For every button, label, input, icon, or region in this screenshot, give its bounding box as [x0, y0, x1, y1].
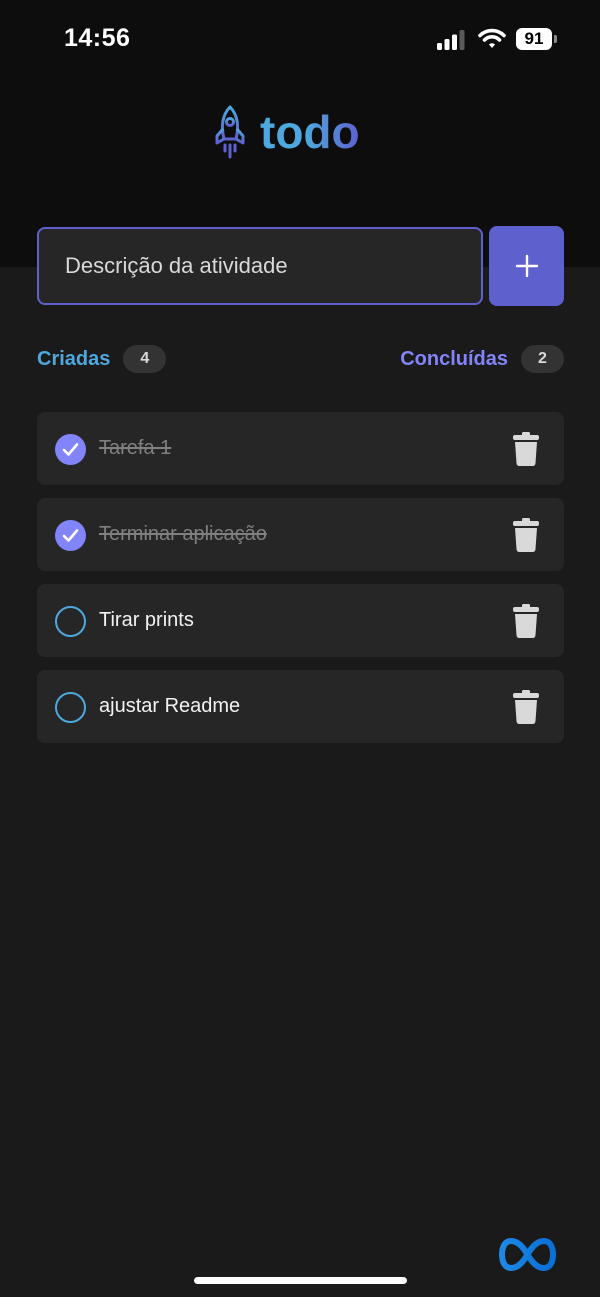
done-count-badge: 2 — [521, 345, 564, 373]
task-checkbox-unchecked[interactable] — [55, 692, 86, 723]
task-item: Tirar prints — [37, 584, 564, 657]
trash-icon — [513, 690, 539, 724]
task-item: Terminar aplicação — [37, 498, 564, 571]
delete-task-button[interactable] — [512, 604, 540, 638]
task-description-input[interactable] — [37, 227, 483, 305]
signal-icon — [437, 30, 465, 50]
created-count-badge: 4 — [123, 345, 167, 373]
done-counter: Concluídas 2 — [400, 345, 564, 373]
task-text: Terminar aplicação — [99, 523, 267, 545]
trash-icon — [513, 604, 539, 638]
delete-task-button[interactable] — [512, 432, 540, 466]
home-indicator[interactable] — [194, 1277, 407, 1284]
add-task-button[interactable] — [489, 226, 564, 306]
task-list: Tarefa 1 Terminar aplicação Tirar prints… — [37, 412, 564, 756]
done-label: Concluídas — [400, 347, 508, 370]
task-text: ajustar Readme — [99, 695, 241, 717]
logo-text: todo — [260, 106, 360, 158]
task-text: Tarefa 1 — [99, 437, 172, 459]
battery-cap — [554, 35, 557, 43]
rocket-icon — [215, 105, 245, 159]
check-icon — [62, 443, 79, 456]
infinity-icon[interactable] — [498, 1236, 557, 1273]
task-checkbox-unchecked[interactable] — [55, 606, 86, 637]
battery-indicator: 91 — [516, 28, 552, 50]
task-checkbox-checked[interactable] — [55, 434, 86, 465]
task-item: Tarefa 1 — [37, 412, 564, 485]
task-item: ajustar Readme — [37, 670, 564, 743]
plus-icon — [515, 254, 538, 278]
trash-icon — [513, 432, 539, 466]
status-time: 14:56 — [64, 24, 131, 52]
delete-task-button[interactable] — [512, 518, 540, 552]
check-icon — [62, 529, 79, 542]
created-label: Criadas — [37, 347, 111, 370]
task-text: Tirar prints — [99, 609, 194, 631]
wifi-icon — [478, 28, 506, 48]
created-counter: Criadas 4 — [37, 345, 167, 373]
trash-icon — [513, 518, 539, 552]
delete-task-button[interactable] — [512, 690, 540, 724]
task-checkbox-checked[interactable] — [55, 520, 86, 551]
app-logo: todo — [212, 104, 360, 160]
